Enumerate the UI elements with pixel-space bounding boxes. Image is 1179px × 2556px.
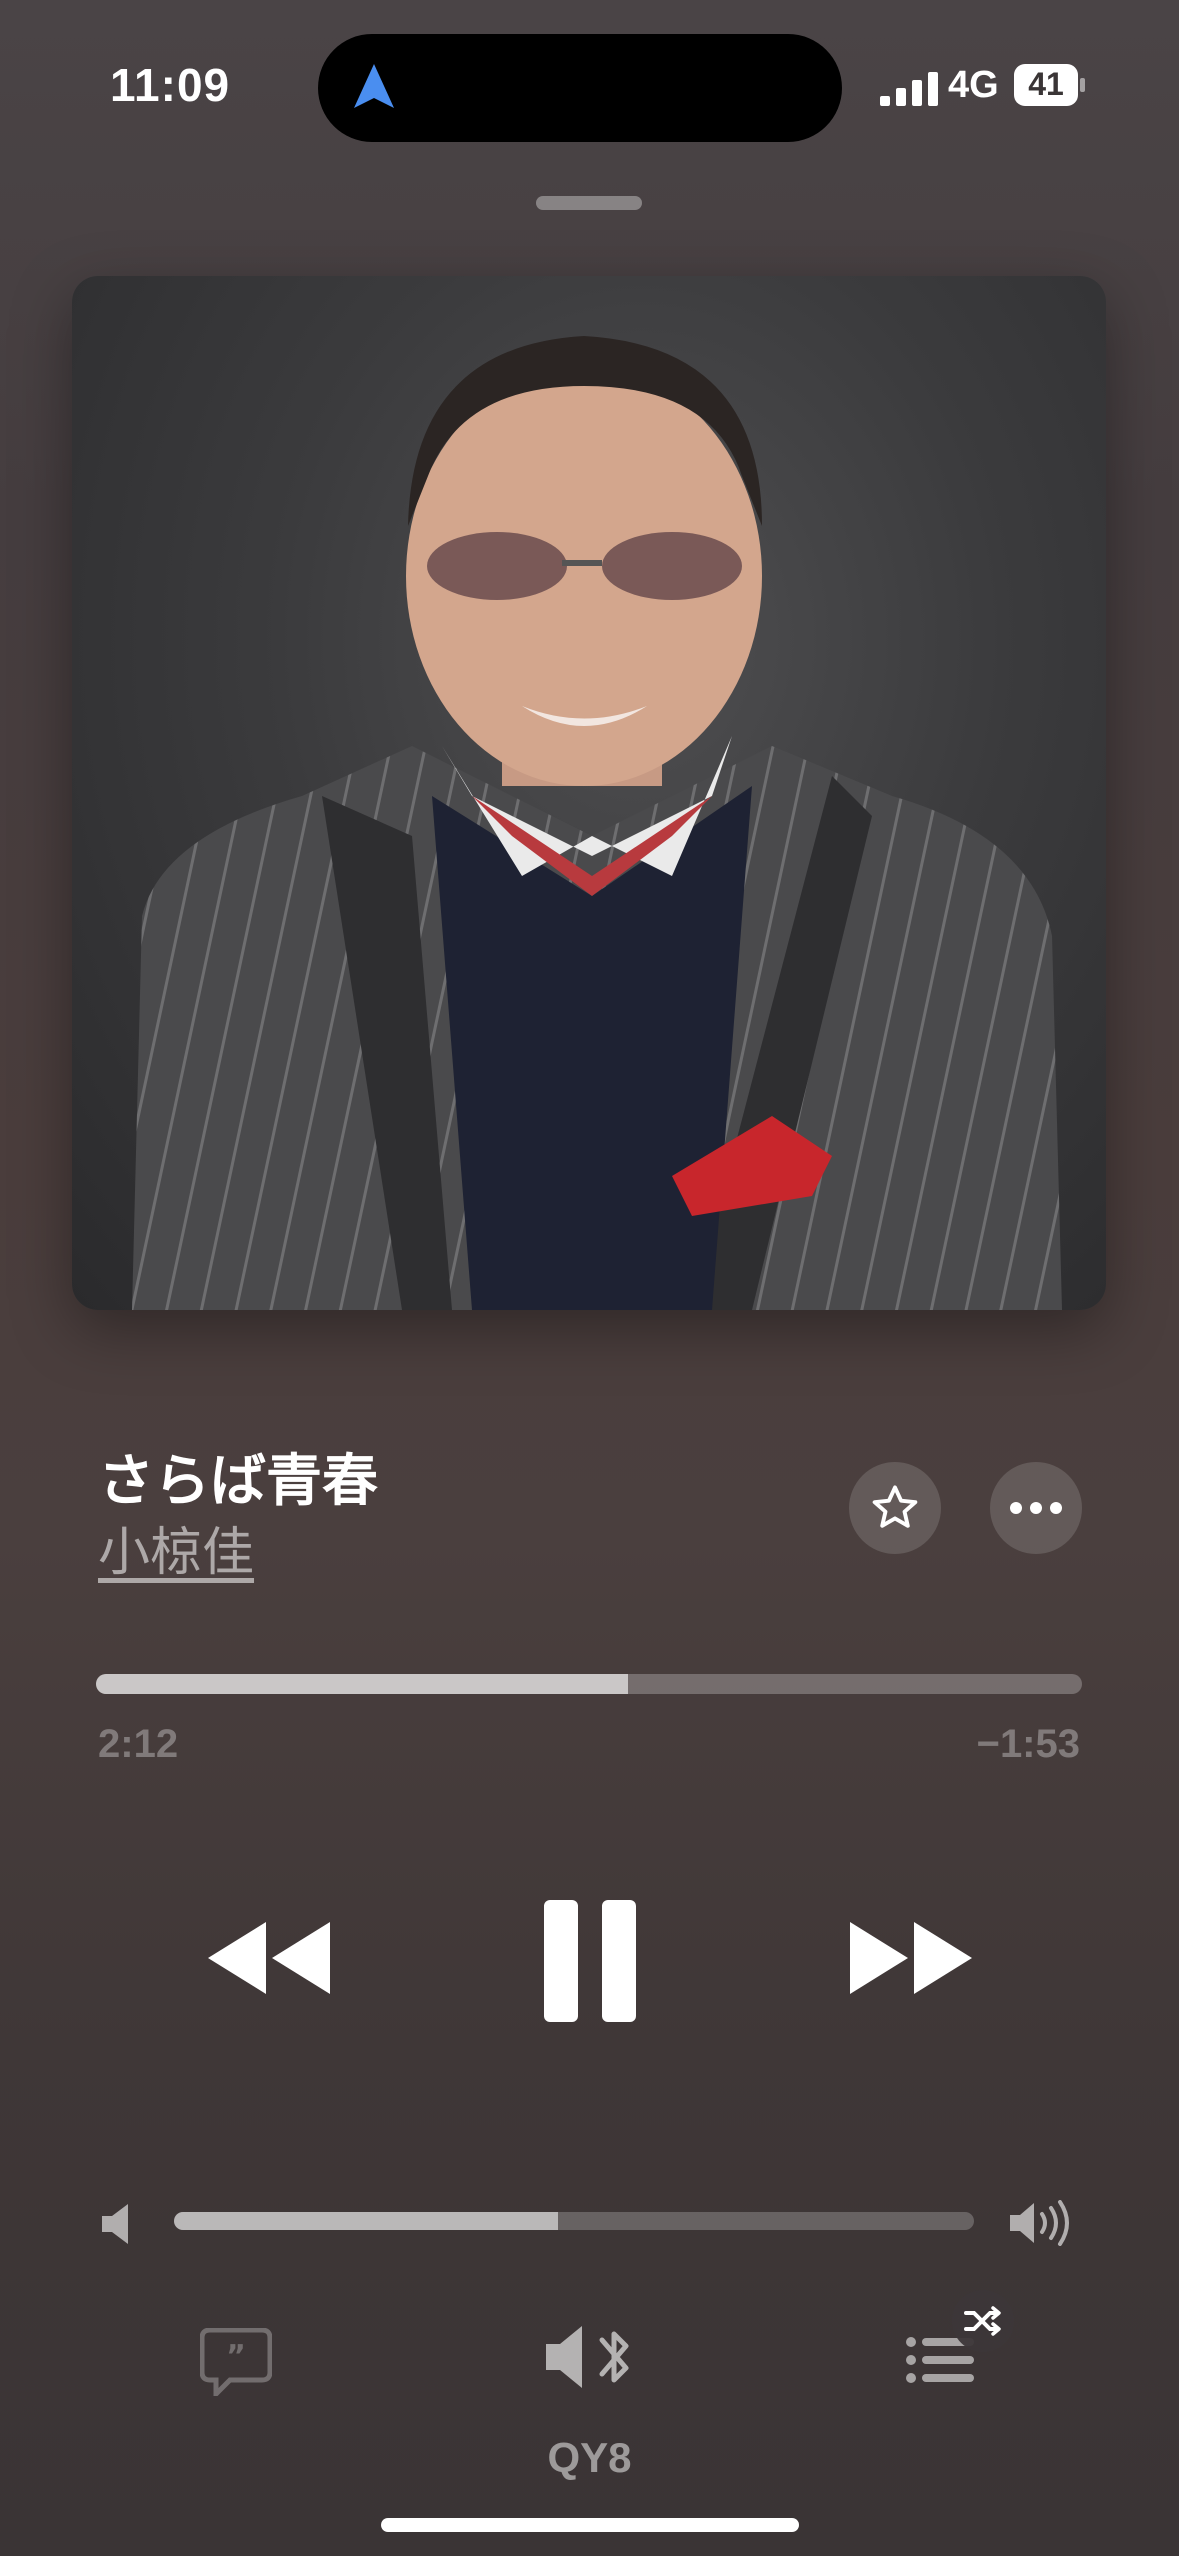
svg-text:”: ” <box>226 2339 246 2374</box>
volume-slider[interactable] <box>174 2212 974 2230</box>
ellipsis-icon <box>1010 1502 1062 1514</box>
home-indicator[interactable] <box>381 2518 799 2532</box>
volume-level-fill <box>174 2212 558 2230</box>
cellular-signal-icon <box>880 72 938 106</box>
shuffle-badge[interactable] <box>952 2290 1014 2352</box>
shuffle-icon <box>964 2306 1001 2336</box>
playback-scrubber[interactable] <box>96 1674 1082 1694</box>
speaker-bluetooth-icon[interactable] <box>546 2322 638 2392</box>
output-device-name: QY8 <box>547 2434 632 2481</box>
artist-link[interactable]: 小椋佳 <box>98 1510 254 1585</box>
pause-button[interactable] <box>544 1900 636 2022</box>
sheet-grabber[interactable] <box>536 196 642 210</box>
song-title: さらば青春 <box>98 1449 378 1512</box>
volume-low-icon <box>102 2204 128 2244</box>
more-options-button[interactable] <box>990 1462 1082 1554</box>
volume-high-icon <box>1010 2200 1069 2246</box>
lyrics-bubble-icon[interactable]: ” <box>200 2328 272 2396</box>
favorite-button[interactable] <box>849 1462 941 1554</box>
playback-progress-fill <box>96 1674 629 1694</box>
elapsed-time: 2:12 <box>98 1722 179 1766</box>
location-arrow-icon <box>354 64 394 108</box>
fast-forward-button[interactable] <box>850 1922 972 1994</box>
dynamic-island[interactable] <box>318 34 842 142</box>
album-artwork <box>72 276 1106 1310</box>
status-time: 11:09 <box>110 59 231 111</box>
rewind-button[interactable] <box>208 1922 330 1994</box>
network-type: 4G <box>948 64 999 106</box>
star-icon <box>872 1485 918 1528</box>
battery-level: 41 <box>1028 66 1064 102</box>
remaining-time: −1:53 <box>976 1722 1080 1766</box>
battery-icon: 41 <box>1014 64 1086 106</box>
